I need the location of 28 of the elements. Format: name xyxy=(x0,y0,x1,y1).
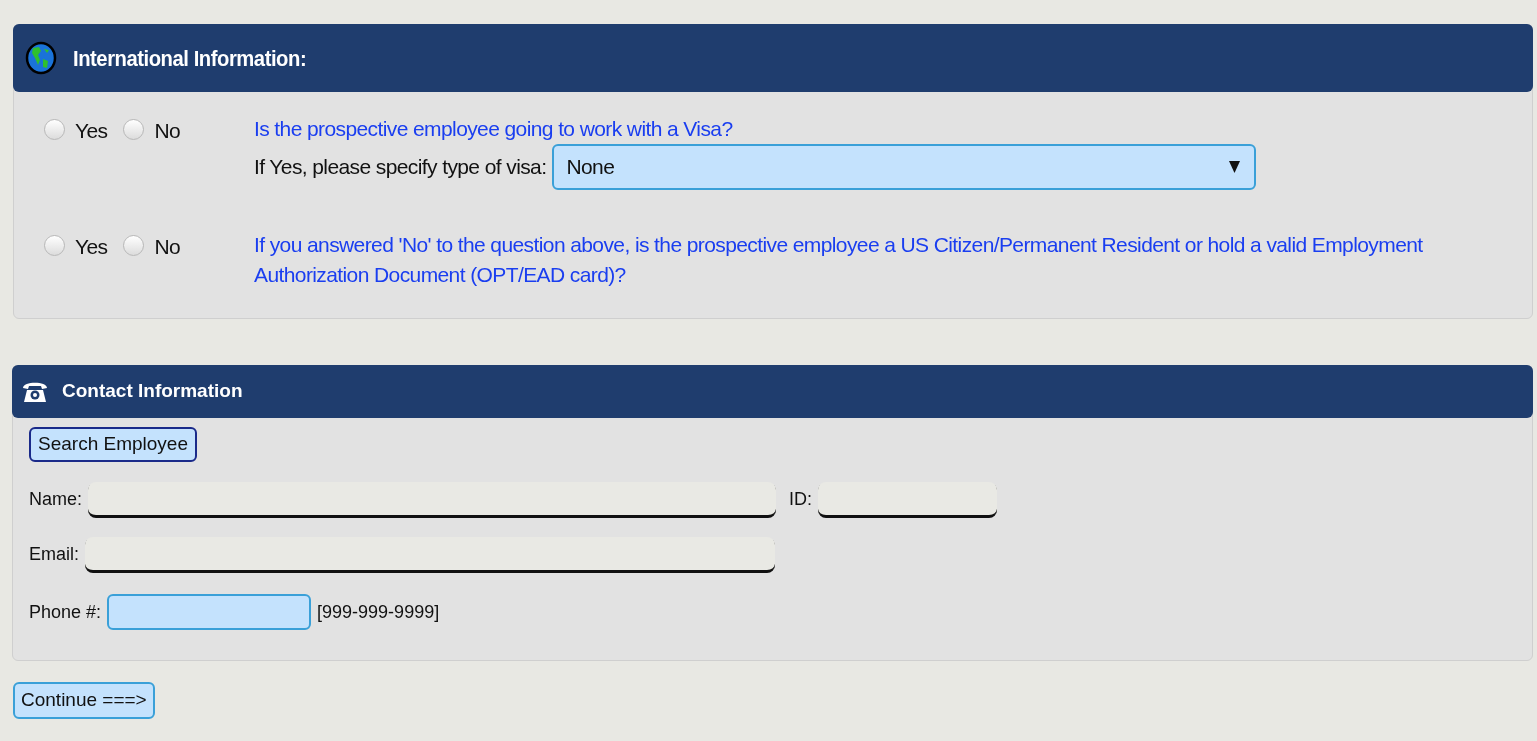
search-employee-button[interactable]: Search Employee xyxy=(29,427,197,462)
radio-label: Yes xyxy=(75,234,108,261)
globe-icon xyxy=(25,41,57,75)
radio-label: No xyxy=(154,234,181,261)
telephone-icon xyxy=(22,380,48,403)
field-label: Phone #: xyxy=(29,600,102,624)
field-label: [999-999-9999] xyxy=(317,600,440,624)
radio-button[interactable] xyxy=(44,118,65,140)
radio-button[interactable] xyxy=(123,118,145,140)
field-label: Email: xyxy=(29,543,79,566)
radio-label: No xyxy=(154,118,181,145)
field-label: ID: xyxy=(789,488,813,511)
field-label: Name: xyxy=(29,488,82,511)
field-label: If Yes, please specify type of visa: xyxy=(254,154,547,181)
visa-dropdown[interactable]: None xyxy=(552,144,1257,190)
name-field[interactable] xyxy=(88,482,776,517)
section-title: Contact Information xyxy=(62,379,243,404)
caret-icon xyxy=(1229,161,1241,173)
radio-label: Yes xyxy=(75,118,108,145)
radio-button[interactable] xyxy=(44,234,65,256)
email-field[interactable] xyxy=(85,537,775,572)
section-title: International Information: xyxy=(73,44,307,73)
continue-button[interactable]: Continue ===> xyxy=(13,682,155,719)
radio-button[interactable] xyxy=(123,234,145,256)
question-text: Is the prospective employee going to work with a Visa? xyxy=(254,116,734,142)
question-text: If you answered 'No' to the question above, is the prospective employee a US Citizen/Permanent Resident or hold a valid Employment Authorization Document (OPT/EAD card)? xyxy=(254,232,1424,288)
phone-field[interactable] xyxy=(107,594,312,630)
id-field[interactable] xyxy=(818,482,998,517)
